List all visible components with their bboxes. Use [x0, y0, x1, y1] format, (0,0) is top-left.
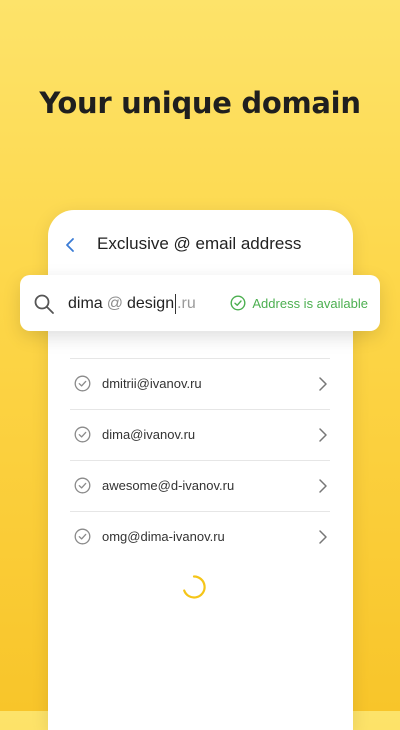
screen-title: Exclusive @ email address: [97, 234, 302, 253]
list-item[interactable]: dima@ivanov.ru: [70, 409, 330, 460]
suggestion-address: awesome@d-ivanov.ru: [102, 478, 235, 493]
check-circle-icon: [74, 426, 91, 443]
chevron-right-icon: [319, 530, 327, 544]
back-button[interactable]: [58, 232, 82, 258]
chevron-right-icon: [319, 479, 327, 493]
suggestion-address: omg@dima-ivanov.ru: [102, 529, 225, 544]
screen-header: Exclusive @ email address: [48, 232, 353, 258]
suggestion-list: dmitrii@ivanov.ru dima@ivanov.ru awesome…: [70, 358, 330, 562]
text-cursor: [175, 294, 177, 314]
suggestion-address: dmitrii@ivanov.ru: [102, 376, 202, 391]
at-symbol: @: [106, 295, 123, 312]
email-name-part: dima: [68, 295, 103, 312]
check-circle-icon: [230, 295, 246, 311]
availability-text: Address is available: [252, 295, 368, 311]
chevron-left-icon: [66, 238, 74, 252]
check-circle-icon: [74, 477, 91, 494]
availability-status: Address is available: [230, 295, 368, 311]
list-item[interactable]: dmitrii@ivanov.ru: [70, 358, 330, 409]
check-circle-icon: [74, 375, 91, 392]
chevron-right-icon: [319, 377, 327, 391]
domain-search-field[interactable]: dima @ design .ru Address is available: [20, 275, 380, 331]
page-headline: Your unique domain: [39, 86, 361, 120]
loading-spinner-icon: [183, 575, 206, 599]
email-tld: .ru: [177, 295, 196, 312]
check-circle-icon: [74, 528, 91, 545]
list-item[interactable]: awesome@d-ivanov.ru: [70, 460, 330, 511]
search-icon: [34, 294, 54, 314]
suggestion-address: dima@ivanov.ru: [102, 427, 196, 442]
list-item[interactable]: omg@dima-ivanov.ru: [70, 511, 330, 562]
search-query[interactable]: dima @ design .ru: [68, 294, 196, 314]
email-domain-part: design: [126, 295, 175, 312]
chevron-right-icon: [319, 428, 327, 442]
